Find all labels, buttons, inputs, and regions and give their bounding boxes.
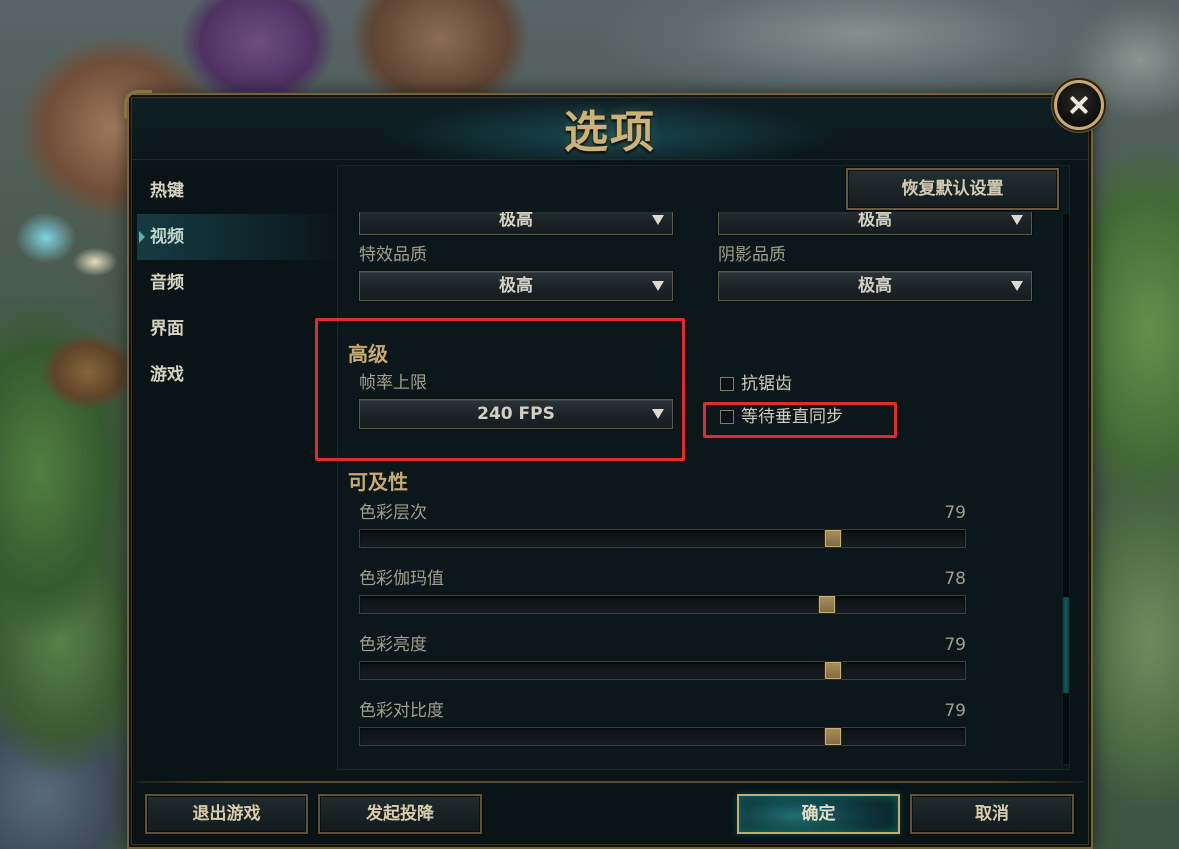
footer-divider bbox=[137, 781, 1083, 783]
sidebar-item-label: 界面 bbox=[150, 319, 184, 339]
color-levels-slider-group: 色彩层次 79 bbox=[337, 503, 977, 549]
close-icon bbox=[1068, 94, 1090, 116]
options-dialog: 选项 热键 视频 音频 界面 游戏 恢复默认设置 极高 极高 特效品质 阴影品质… bbox=[124, 80, 1104, 849]
color-contrast-slider[interactable] bbox=[359, 727, 966, 746]
cancel-button[interactable]: 取消 bbox=[910, 794, 1074, 834]
vsync-label: 等待垂直同步 bbox=[741, 407, 843, 427]
slider-label: 色彩层次 bbox=[359, 503, 427, 523]
quit-game-button[interactable]: 退出游戏 bbox=[145, 794, 308, 834]
sidebar-item-audio[interactable]: 音频 bbox=[137, 260, 335, 306]
vsync-checkbox-row[interactable]: 等待垂直同步 bbox=[720, 407, 843, 427]
color-brightness-slider[interactable] bbox=[359, 661, 966, 680]
chevron-down-icon bbox=[652, 409, 664, 419]
color-gamma-slider[interactable] bbox=[359, 595, 966, 614]
dropdown-value: 极高 bbox=[499, 276, 533, 296]
sidebar-item-hotkeys[interactable]: 热键 bbox=[137, 168, 335, 214]
dialog-title: 选项 bbox=[564, 107, 656, 158]
effects-quality-dropdown[interactable]: 极高 bbox=[359, 271, 673, 301]
anti-aliasing-checkbox[interactable] bbox=[720, 377, 734, 391]
color-gamma-slider-group: 色彩伽玛值 78 bbox=[337, 569, 977, 615]
anti-aliasing-checkbox-row[interactable]: 抗锯齿 bbox=[720, 374, 792, 394]
sidebar-item-label: 热键 bbox=[150, 181, 184, 201]
accessibility-section-heading: 可及性 bbox=[348, 470, 408, 494]
chevron-down-icon bbox=[652, 215, 664, 225]
top-right-quality-dropdown[interactable]: 极高 bbox=[718, 212, 1032, 235]
vsync-checkbox[interactable] bbox=[720, 410, 734, 424]
sidebar-item-label: 音频 bbox=[150, 273, 184, 293]
slider-value: 79 bbox=[944, 503, 966, 523]
dropdown-value: 极高 bbox=[499, 212, 533, 230]
sidebar-item-video[interactable]: 视频 bbox=[137, 214, 335, 260]
chevron-down-icon bbox=[1011, 281, 1023, 291]
slider-value: 79 bbox=[944, 701, 966, 721]
slider-value: 78 bbox=[944, 569, 966, 589]
shadow-quality-label: 阴影品质 bbox=[718, 245, 786, 265]
sidebar-item-interface[interactable]: 界面 bbox=[137, 306, 335, 352]
dialog-header: 选项 bbox=[132, 98, 1088, 160]
color-contrast-slider-group: 色彩对比度 79 bbox=[337, 701, 977, 747]
color-brightness-slider-group: 色彩亮度 79 bbox=[337, 635, 977, 681]
shadow-quality-dropdown[interactable]: 极高 bbox=[718, 271, 1032, 301]
surrender-button[interactable]: 发起投降 bbox=[318, 794, 482, 834]
effects-quality-label: 特效品质 bbox=[359, 245, 427, 265]
color-levels-slider[interactable] bbox=[359, 529, 966, 548]
settings-scrollbar[interactable] bbox=[1062, 213, 1070, 765]
slider-label: 色彩亮度 bbox=[359, 635, 427, 655]
advanced-section-heading: 高级 bbox=[348, 342, 388, 366]
dropdown-value: 240 FPS bbox=[477, 404, 555, 424]
scrollbar-thumb[interactable] bbox=[1063, 597, 1069, 693]
caret-right-icon bbox=[139, 231, 145, 243]
sidebar-item-label: 视频 bbox=[150, 227, 184, 247]
top-left-quality-dropdown[interactable]: 极高 bbox=[359, 212, 673, 235]
slider-value: 79 bbox=[944, 635, 966, 655]
slider-thumb[interactable] bbox=[823, 529, 842, 548]
frame-rate-cap-label: 帧率上限 bbox=[359, 373, 427, 393]
slider-thumb[interactable] bbox=[823, 661, 842, 680]
anti-aliasing-label: 抗锯齿 bbox=[741, 374, 792, 394]
options-sidebar: 热键 视频 音频 界面 游戏 bbox=[137, 168, 335, 408]
close-button[interactable] bbox=[1054, 80, 1104, 130]
chevron-down-icon bbox=[652, 281, 664, 291]
dropdown-value: 极高 bbox=[858, 212, 892, 230]
restore-defaults-button[interactable]: 恢复默认设置 bbox=[846, 168, 1059, 210]
slider-label: 色彩对比度 bbox=[359, 701, 444, 721]
slider-thumb[interactable] bbox=[823, 727, 842, 746]
settings-scroll-area: 极高 极高 特效品质 阴影品质 极高 极高 高级 帧率上限 240 FPS 抗锯… bbox=[337, 212, 1062, 765]
sidebar-item-label: 游戏 bbox=[150, 365, 184, 385]
dropdown-value: 极高 bbox=[858, 276, 892, 296]
slider-label: 色彩伽玛值 bbox=[359, 569, 444, 589]
sidebar-item-game[interactable]: 游戏 bbox=[137, 352, 335, 398]
slider-thumb[interactable] bbox=[817, 595, 836, 614]
video-settings-panel: 恢复默认设置 极高 极高 特效品质 阴影品质 极高 极高 高级 帧率上限 240… bbox=[337, 165, 1070, 770]
confirm-button[interactable]: 确定 bbox=[737, 794, 900, 834]
frame-rate-cap-dropdown[interactable]: 240 FPS bbox=[359, 399, 673, 429]
chevron-down-icon bbox=[1011, 215, 1023, 225]
